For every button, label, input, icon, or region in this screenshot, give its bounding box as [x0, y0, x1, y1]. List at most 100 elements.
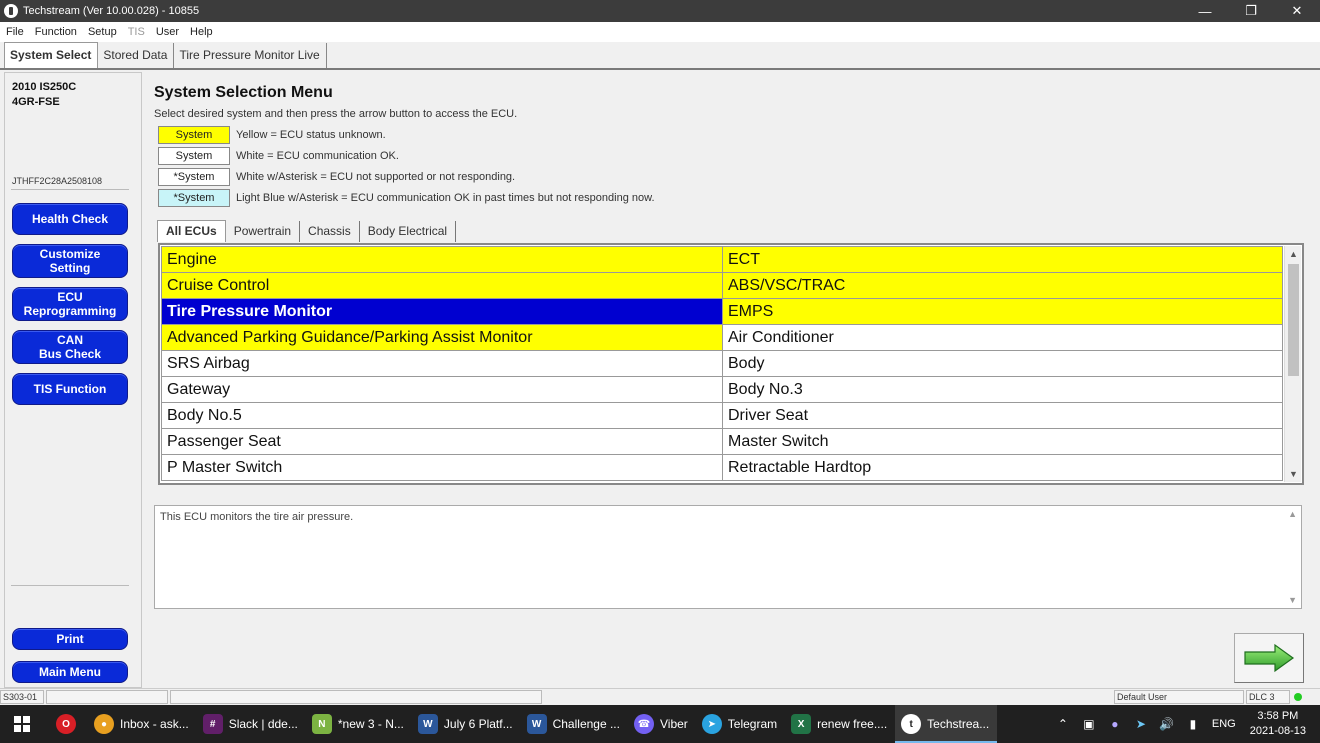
legend-swatch-yellow: System: [158, 126, 230, 144]
ecu-cell[interactable]: Driver Seat: [722, 402, 1283, 429]
ecu-cell[interactable]: Advanced Parking Guidance/Parking Assist…: [161, 324, 723, 351]
tab-stored-data[interactable]: Stored Data: [98, 43, 175, 68]
volume-icon[interactable]: 🔊: [1159, 716, 1175, 732]
ecu-cell[interactable]: Engine: [161, 246, 723, 273]
ecu-cell[interactable]: Cruise Control: [161, 272, 723, 299]
meet-now-icon[interactable]: ▣: [1081, 716, 1097, 732]
tab-chassis[interactable]: Chassis: [300, 221, 360, 242]
chrome-taskbar-button[interactable]: ● Inbox - ask...: [88, 705, 197, 743]
slack-taskbar-button[interactable]: # Slack | dde...: [197, 705, 306, 743]
health-check-button[interactable]: Health Check: [12, 203, 128, 235]
telegram-icon: ➤: [701, 714, 722, 734]
ecu-cell[interactable]: Tire Pressure Monitor: [161, 298, 723, 325]
maximize-button[interactable]: ❐: [1228, 0, 1274, 22]
next-arrow-button[interactable]: [1234, 633, 1304, 683]
window-title: Techstream (Ver 10.00.028) - 10855: [23, 5, 200, 17]
print-button[interactable]: Print: [12, 628, 128, 650]
table-row[interactable]: SRS Airbag Body: [161, 350, 1283, 377]
table-row[interactable]: Passenger Seat Master Switch: [161, 428, 1283, 455]
legend-swatch-white-asterisk: *System: [158, 168, 230, 186]
tab-powertrain[interactable]: Powertrain: [226, 221, 301, 242]
ecu-cell[interactable]: Body: [722, 350, 1283, 377]
clock[interactable]: 3:58 PM 2021-08-13: [1250, 709, 1306, 739]
scroll-up-icon[interactable]: ▲: [1288, 509, 1297, 519]
language-indicator[interactable]: ENG: [1212, 718, 1236, 730]
description-text: This ECU monitors the tire air pressure.: [160, 511, 354, 523]
battery-icon[interactable]: ▮: [1185, 716, 1201, 732]
windows-icon: [14, 716, 30, 732]
ecu-list-scrollbar[interactable]: ▲ ▼: [1284, 246, 1301, 482]
divider: [11, 585, 129, 586]
menu-help[interactable]: Help: [184, 26, 218, 38]
menu-function[interactable]: Function: [29, 26, 82, 38]
ecu-list: Engine ECT Cruise Control ABS/VSC/TRAC Tire …: [158, 243, 1304, 485]
tis-function-button[interactable]: TIS Function: [12, 373, 128, 405]
scroll-up-icon[interactable]: ▲: [1285, 246, 1302, 262]
table-row[interactable]: Advanced Parking Guidance/Parking Assist…: [161, 324, 1283, 351]
techstream-taskbar-button[interactable]: t Techstrea...: [895, 705, 998, 743]
table-row[interactable]: Body No.5 Driver Seat: [161, 402, 1283, 429]
ecu-cell[interactable]: Passenger Seat: [161, 428, 723, 455]
tab-system-select[interactable]: System Select: [4, 42, 99, 68]
ecu-cell[interactable]: ECT: [722, 246, 1283, 273]
title-bar: Techstream (Ver 10.00.028) - 10855 — ❐ ✕: [0, 0, 1320, 22]
main-panel: System Selection Menu Select desired sys…: [147, 72, 1315, 688]
scroll-down-icon[interactable]: ▼: [1285, 466, 1302, 482]
ecu-cell[interactable]: ABS/VSC/TRAC: [722, 272, 1283, 299]
chrome-icon: ●: [94, 714, 114, 734]
table-row[interactable]: P Master Switch Retractable Hardtop: [161, 454, 1283, 481]
ecu-cell[interactable]: EMPS: [722, 298, 1283, 325]
taskbar-label: Telegram: [727, 717, 778, 731]
legend-text: White = ECU communication OK.: [236, 150, 399, 162]
notepad-plus-taskbar-button[interactable]: N *new 3 - N...: [306, 705, 412, 743]
ecu-table: Engine ECT Cruise Control ABS/VSC/TRAC Tire …: [161, 246, 1283, 481]
ecu-cell[interactable]: Air Conditioner: [722, 324, 1283, 351]
table-row[interactable]: Gateway Body No.3: [161, 376, 1283, 403]
status-user: Default User: [1114, 690, 1244, 704]
telegram-tray-icon[interactable]: ➤: [1133, 716, 1149, 732]
table-row[interactable]: Engine ECT: [161, 246, 1283, 273]
ecu-cell[interactable]: Retractable Hardtop: [722, 454, 1283, 481]
tab-body-electrical[interactable]: Body Electrical: [360, 221, 457, 242]
table-row[interactable]: Cruise Control ABS/VSC/TRAC: [161, 272, 1283, 299]
menu-tis[interactable]: TIS: [122, 26, 150, 38]
telegram-taskbar-button[interactable]: ➤ Telegram: [696, 705, 785, 743]
tab-all-ecus[interactable]: All ECUs: [157, 220, 226, 242]
ecu-cell[interactable]: Gateway: [161, 376, 723, 403]
can-bus-check-button[interactable]: CAN Bus Check: [12, 330, 128, 364]
opera-taskbar-button[interactable]: O: [44, 705, 88, 743]
legend-text: Yellow = ECU status unknown.: [236, 129, 386, 141]
status-code: S303-01: [0, 690, 44, 704]
ecu-cell[interactable]: Body No.5: [161, 402, 723, 429]
legend-row: System Yellow = ECU status unknown.: [158, 126, 386, 144]
status-cell: [170, 690, 542, 704]
legend-text: White w/Asterisk = ECU not supported or …: [236, 171, 516, 183]
status-cell: [46, 690, 168, 704]
minimize-button[interactable]: —: [1182, 0, 1228, 22]
menu-file[interactable]: File: [0, 26, 29, 38]
menu-setup[interactable]: Setup: [82, 26, 122, 38]
tab-tire-pressure-monitor-live[interactable]: Tire Pressure Monitor Live: [174, 43, 327, 68]
word-taskbar-button[interactable]: W Challenge ...: [521, 705, 628, 743]
ecu-cell[interactable]: SRS Airbag: [161, 350, 723, 377]
start-button[interactable]: [0, 705, 44, 743]
ecu-cell[interactable]: Body No.3: [722, 376, 1283, 403]
table-row[interactable]: Tire Pressure Monitor EMPS: [161, 298, 1283, 325]
clock-time: 3:58 PM: [1257, 710, 1299, 722]
ecu-cell[interactable]: P Master Switch: [161, 454, 723, 481]
viber-tray-icon[interactable]: ●: [1107, 716, 1123, 732]
ecu-reprogramming-button[interactable]: ECU Reprogramming: [12, 287, 128, 321]
main-menu-button[interactable]: Main Menu: [12, 661, 128, 683]
viber-taskbar-button[interactable]: ☎ Viber: [628, 705, 696, 743]
scroll-down-icon[interactable]: ▼: [1288, 595, 1297, 605]
close-button[interactable]: ✕: [1274, 0, 1320, 22]
chevron-up-icon[interactable]: ⌃: [1055, 716, 1071, 732]
taskbar-label: Challenge ...: [552, 717, 620, 731]
excel-taskbar-button[interactable]: Xrenew free....: [785, 705, 895, 743]
word-icon: W: [417, 714, 438, 734]
scrollbar-thumb[interactable]: [1288, 264, 1299, 376]
ecu-cell[interactable]: Master Switch: [722, 428, 1283, 455]
customize-setting-button[interactable]: Customize Setting: [12, 244, 128, 278]
word-taskbar-button[interactable]: W July 6 Platf...: [412, 705, 521, 743]
menu-user[interactable]: User: [150, 26, 184, 38]
